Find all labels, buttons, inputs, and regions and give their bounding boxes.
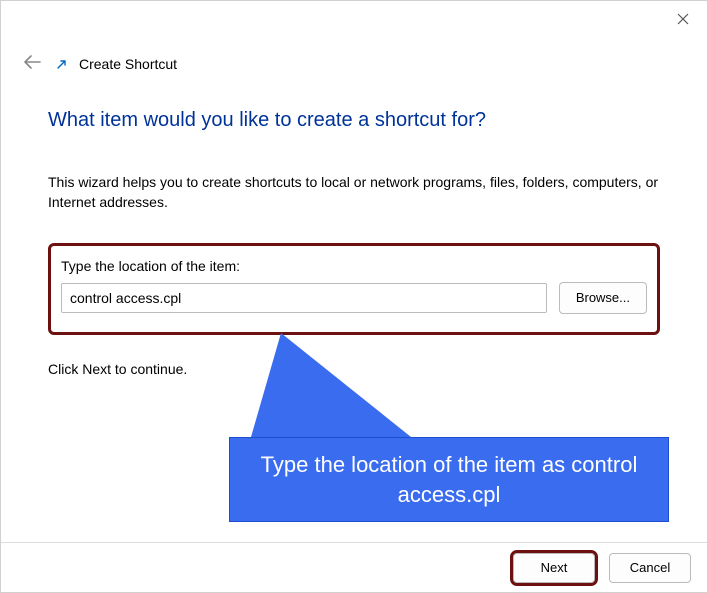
cancel-button[interactable]: Cancel (609, 553, 691, 583)
location-section-highlight: Type the location of the item: Browse... (48, 243, 660, 335)
window-title: Create Shortcut (79, 56, 177, 72)
close-icon[interactable] (673, 9, 693, 29)
next-button[interactable]: Next (513, 553, 595, 583)
location-input[interactable] (61, 283, 547, 313)
continue-instruction: Click Next to continue. (48, 361, 660, 377)
page-heading: What item would you like to create a sho… (48, 109, 660, 132)
browse-button[interactable]: Browse... (559, 282, 647, 314)
instruction-callout: Type the location of the item as control… (229, 437, 669, 522)
wizard-description: This wizard helps you to create shortcut… (48, 172, 660, 213)
back-arrow-icon[interactable] (19, 51, 45, 76)
location-label: Type the location of the item: (61, 258, 647, 274)
dialog-footer: Next Cancel (1, 542, 707, 592)
shortcut-arrow-icon (55, 57, 69, 71)
